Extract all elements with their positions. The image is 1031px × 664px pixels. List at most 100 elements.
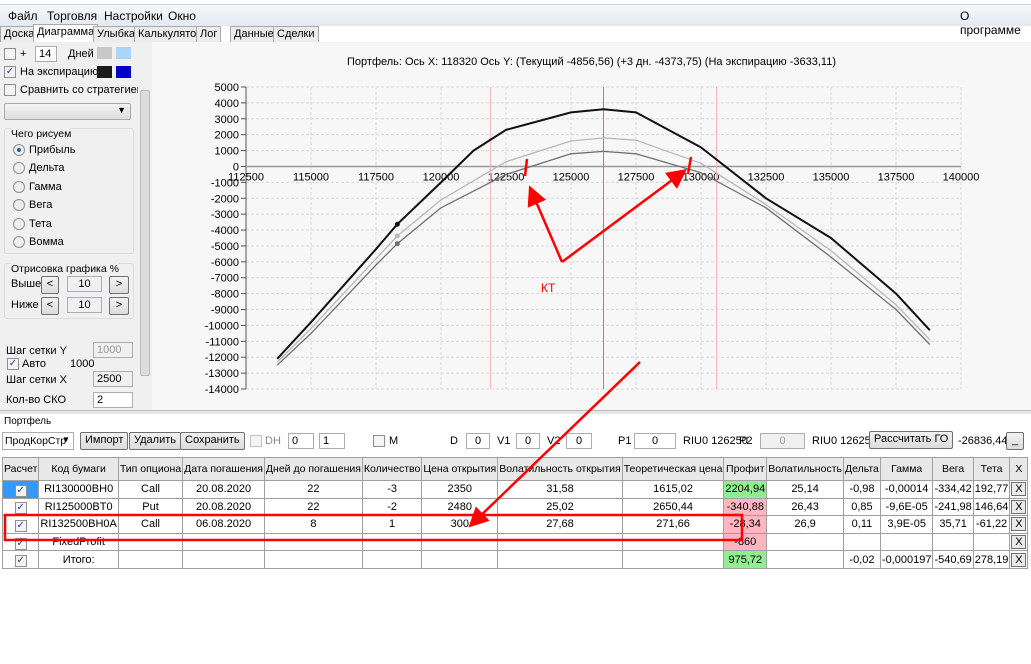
column-header[interactable]: Тета: [972, 457, 1011, 481]
table-cell: [621, 532, 725, 552]
y-tick-label: -2000: [211, 193, 239, 205]
table-cell: -61,22: [972, 515, 1011, 534]
column-header[interactable]: Дней до погашения: [263, 457, 363, 481]
table-cell: 2350: [421, 480, 499, 499]
table-cell: -860: [723, 532, 768, 552]
table-cell: 271,66: [621, 515, 725, 534]
table-cell: 1615,02: [621, 480, 725, 499]
calc-checkbox[interactable]: ✓: [14, 555, 27, 568]
delete-button[interactable]: Удалить: [129, 432, 181, 450]
table-row[interactable]: ✓ RI125000BT0 Put 20.08.2020 22 -2 2480 25,02 26…: [1, 497, 1029, 517]
table-row[interactable]: ✓ RI130000BH0 Call 20.08.2020 22 -3 2350 31,58 1…: [1, 480, 1029, 499]
table-cell: 06.08.2020: [182, 515, 265, 534]
table-cell: Call: [117, 515, 184, 534]
x-tick-label: 137500: [878, 171, 915, 183]
table-cell: 0,11: [842, 515, 881, 534]
table-cell: -0,98: [842, 480, 881, 499]
remove-row-button[interactable]: X: [1011, 482, 1027, 497]
table-cell: 192,77: [972, 480, 1011, 499]
table-row[interactable]: ✓ RI132500BH0A Call 06.08.2020 8 1 300 27,68 271…: [1, 515, 1029, 534]
table-cell: [621, 550, 725, 569]
table-cell: 2480: [421, 497, 499, 517]
calc-checkbox[interactable]: ✓: [14, 502, 27, 515]
calculate-go-button[interactable]: Рассчитать ГО: [869, 431, 954, 449]
p2-label: P2: [739, 435, 753, 447]
table-cell: RI125000BT0: [38, 497, 119, 517]
save-button[interactable]: Сохранить: [180, 432, 245, 450]
column-header[interactable]: Вега: [932, 457, 974, 481]
d-input[interactable]: 0: [466, 433, 490, 449]
table-cell: 1: [361, 515, 423, 534]
table-cell: -540,69: [932, 550, 974, 569]
import-button[interactable]: Импорт: [80, 432, 129, 450]
column-header[interactable]: X: [1009, 457, 1029, 481]
splitter[interactable]: [0, 410, 1031, 414]
table-row[interactable]: ✓ Итого: 975,72 -0,02 -0,000197 -540,69 278,19…: [1, 550, 1029, 569]
portfolio-label: Портфель: [4, 416, 52, 427]
table-header: Расчет Код бумаги Тип опциона Дата погашени…: [1, 457, 1029, 481]
y-tick-label: -3000: [211, 209, 239, 221]
table-cell: Итого:: [38, 550, 119, 569]
m-checkbox[interactable]: [373, 435, 385, 447]
calc-checkbox[interactable]: ✓: [14, 519, 27, 532]
table-cell: [497, 532, 623, 552]
table-cell: [766, 532, 844, 552]
table-cell: 146,64: [972, 497, 1011, 517]
y-tick-label: -5000: [211, 241, 239, 253]
dh-checkbox[interactable]: [250, 435, 262, 447]
table-cell: -0,000197: [879, 550, 934, 569]
column-header[interactable]: Тип опциона: [117, 457, 184, 481]
y-tick-label: -10000: [205, 320, 239, 332]
table-cell: 27,68: [497, 515, 623, 534]
calc-checkbox[interactable]: ✓: [14, 537, 27, 550]
table-cell: [879, 532, 934, 552]
remove-row-button[interactable]: X: [1011, 552, 1027, 567]
x-tick-label: 140000: [943, 171, 980, 183]
x-tick-label: 135000: [813, 171, 850, 183]
m-label: M: [389, 435, 399, 447]
table-cell: 22: [263, 480, 363, 499]
column-header[interactable]: Расчет: [1, 457, 40, 481]
y-tick-label: -8000: [211, 289, 239, 301]
p2-input[interactable]: 0: [760, 433, 805, 449]
table-cell: 8: [263, 515, 363, 534]
calc-checkbox[interactable]: ✓: [14, 484, 27, 497]
cursor-point: [394, 221, 400, 227]
table-cell: 31,58: [497, 480, 623, 499]
column-header[interactable]: Профит: [723, 457, 768, 481]
spin2-input[interactable]: 1: [319, 433, 345, 449]
column-header[interactable]: Дельта: [842, 457, 881, 481]
table-cell: -0,00014: [879, 480, 934, 499]
column-header[interactable]: Теоретическая цена: [621, 457, 725, 481]
table-cell: 35,71: [932, 515, 974, 534]
remove-row-button[interactable]: X: [1011, 517, 1027, 532]
spin1-input[interactable]: 0: [288, 433, 314, 449]
y-tick-label: -7000: [211, 273, 239, 285]
v1-input[interactable]: 0: [516, 433, 540, 449]
y-tick-label: -1000: [211, 177, 239, 189]
column-header[interactable]: Волатильность: [766, 457, 844, 481]
y-tick-label: 1000: [215, 146, 239, 158]
column-header[interactable]: Дата погашения: [182, 457, 265, 481]
table-cell: [361, 532, 423, 552]
portfolio-table: Расчет Код бумаги Тип опциона Дата погашени…: [1, 457, 1029, 569]
v2-input[interactable]: 0: [566, 433, 592, 449]
table-cell: -28,34: [723, 515, 768, 534]
strategy-select[interactable]: ПродКорСтр ▼: [2, 432, 74, 450]
remove-row-button[interactable]: X: [1011, 535, 1027, 550]
p1-input[interactable]: 0: [634, 433, 676, 449]
remove-row-button[interactable]: X: [1011, 499, 1027, 514]
y-tick-label: -9000: [211, 305, 239, 317]
table-row[interactable]: ✓ FixedProfit -860 X: [1, 532, 1029, 552]
column-header[interactable]: Гамма: [879, 457, 934, 481]
column-header[interactable]: Количество: [361, 457, 423, 481]
table-cell: [361, 550, 423, 569]
column-header[interactable]: Код бумаги: [38, 457, 119, 481]
table-cell: 20.08.2020: [182, 497, 265, 517]
table-cell: [497, 550, 623, 569]
minimize-button[interactable]: _: [1006, 432, 1024, 450]
column-header[interactable]: Волатильность открытия: [497, 457, 623, 481]
table-cell: [421, 550, 499, 569]
column-header[interactable]: Цена открытия: [421, 457, 499, 481]
table-cell: RI130000BH0: [38, 480, 119, 499]
